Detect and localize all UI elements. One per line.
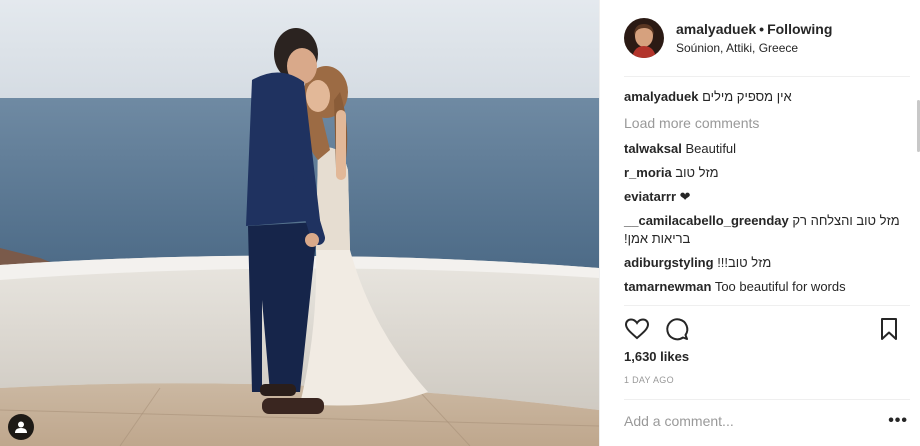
username-link[interactable]: amalyaduek [676,21,756,37]
comment-item: __camilacabello_greenday מזל טוב והצלחה … [624,212,910,248]
actions-divider [624,305,910,306]
post-actions [624,316,902,342]
comment-box-divider [624,399,910,400]
add-comment-input[interactable]: Add a comment... [624,413,734,429]
separator-dot: • [759,21,765,37]
post-photo[interactable] [0,0,599,446]
comment-item: talwaksal Beautiful [624,140,910,158]
comment-username[interactable]: talwaksal [624,141,682,156]
post-header: amalyaduek • Following Soúnion, Attiki, Gr… [624,16,920,60]
avatar[interactable] [624,18,664,58]
heart-emoji-text: ❤ [679,189,691,204]
comment-username[interactable]: r_moria [624,165,672,180]
comment-item: adiburgstyling מזל טוב!!! [624,254,910,272]
comment-item: eviatarrr ❤ [624,188,910,206]
comment-icon[interactable] [664,316,690,342]
comment-username[interactable]: tamarnewman [624,279,711,294]
location-link[interactable]: Soúnion, Attiki, Greece [676,40,832,56]
comment-text: Too beautiful for words [714,279,846,294]
comment-text: מזל טוב!!! [717,255,772,270]
wedding-photo-image [0,0,599,446]
load-more-comments-button[interactable]: Load more comments [624,114,910,132]
header-divider [624,76,910,77]
post-side-panel: amalyaduek • Following Soúnion, Attiki, Gr… [599,0,920,446]
following-button[interactable]: Following [767,21,832,37]
comment-username[interactable]: eviatarrr [624,189,676,204]
comment-username[interactable]: adiburgstyling [624,255,714,270]
comments-list: amalyaduek אין מספיק מילים Load more com… [624,88,910,302]
comment-item: tamarnewman Too beautiful for words [624,278,910,296]
post-timestamp[interactable]: 1 DAY AGO [624,375,674,385]
more-options-button[interactable]: ••• [888,412,908,430]
comment-item: r_moria מזל טוב [624,164,910,182]
comment-username[interactable]: __camilacabello_greenday [624,213,789,228]
person-tag-icon[interactable] [8,414,34,440]
heart-icon[interactable] [624,316,650,342]
caption-username[interactable]: amalyaduek [624,89,698,104]
likes-count[interactable]: 1,630 likes [624,349,689,364]
bookmark-icon[interactable] [876,316,902,342]
comment-text: Beautiful [685,141,737,156]
comment-text: מזל טוב [675,165,719,180]
caption-text: אין מספיק מילים [702,89,792,104]
caption: amalyaduek אין מספיק מילים [624,88,910,106]
